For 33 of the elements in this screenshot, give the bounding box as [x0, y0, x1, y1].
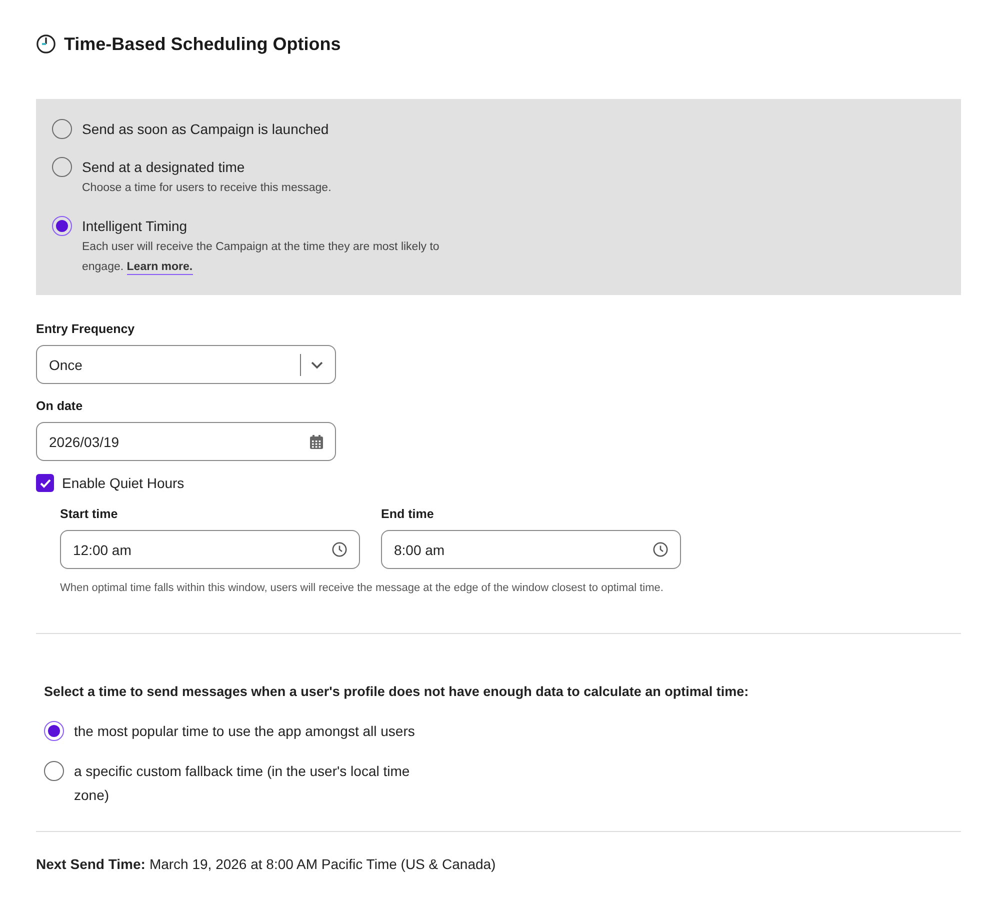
checkmark-icon — [40, 478, 50, 488]
field-label: On date — [36, 398, 83, 414]
option-label: the most popular time to use the app amongst all users — [74, 722, 415, 741]
checkbox-label: Enable Quiet Hours — [62, 475, 184, 491]
option-label: Send at a designated time — [82, 158, 245, 176]
radio-button[interactable] — [52, 157, 72, 177]
section-title: Time-Based Scheduling Options — [64, 34, 341, 54]
time-field[interactable]: 8:00 am — [381, 530, 681, 569]
field-label: Entry Frequency — [36, 321, 135, 337]
fallback-heading: Select a time to send messages when a user's profile does not have enough data to calculate an optimal time: — [44, 684, 749, 699]
radio-button[interactable] — [44, 761, 64, 781]
clock-icon — [653, 542, 668, 557]
date-field[interactable]: 2026/03/19 — [36, 422, 336, 461]
checkbox[interactable] — [36, 474, 54, 492]
clock-icon — [332, 542, 347, 557]
radio-button[interactable] — [52, 119, 72, 139]
radio-button[interactable] — [44, 721, 64, 741]
chevron-down-icon — [311, 360, 323, 368]
option-description: Each user will receive the Campaign at the time they are most likely to engage. Learn more. — [82, 240, 440, 277]
field-label: Start time — [60, 506, 118, 522]
next-send-time: Next Send Time: March 19, 2026 at 8:00 AM Pacific Time (US & Canada) — [36, 856, 496, 872]
frequency-select[interactable]: Once — [36, 345, 336, 384]
option-label: Send as soon as Campaign is launched — [82, 120, 329, 138]
field-label: End time — [381, 506, 434, 522]
help-text: When optimal time falls within this window, users will receive the message at the edge of the window closest to optimal time. — [60, 582, 664, 594]
option-description: Choose a time for users to receive this message. — [82, 181, 332, 196]
option-label: Intelligent Timing — [82, 217, 188, 235]
learn-more-link[interactable]: Learn more. — [126, 261, 193, 275]
option-label: a specific custom fallback time (in the user's local time zone) — [74, 762, 411, 805]
radio-button[interactable] — [52, 216, 72, 236]
clock-icon — [36, 34, 56, 54]
time-field[interactable]: 12:00 am — [60, 530, 360, 569]
calendar-icon — [310, 434, 323, 448]
